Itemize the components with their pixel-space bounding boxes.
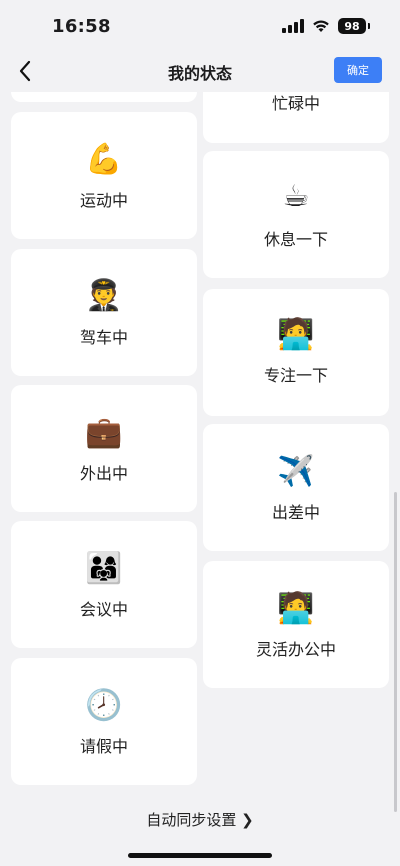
status-time: 16:58 xyxy=(52,16,111,37)
status-card-label: 专注一下 xyxy=(263,366,328,385)
airplane-icon: ✈️ xyxy=(277,454,315,489)
cellular-signal-icon xyxy=(282,19,304,33)
status-card-flexible-work[interactable]: 🧑‍💻 灵活办公中 xyxy=(203,561,389,688)
status-card-leave[interactable]: 🕗 请假中 xyxy=(11,658,197,785)
scrollbar[interactable] xyxy=(394,492,397,812)
status-card-label: 请假中 xyxy=(79,737,128,756)
status-card-break[interactable]: ☕ 休息一下 xyxy=(203,151,389,278)
status-card-out[interactable]: 💼 外出中 xyxy=(11,385,197,512)
status-card-business-trip[interactable]: ✈️ 出差中 xyxy=(203,424,389,551)
home-indicator[interactable] xyxy=(128,853,272,858)
tea-cup-icon: ☕ xyxy=(282,179,310,214)
status-card-label: 会议中 xyxy=(79,600,128,619)
status-card-label: 休息一下 xyxy=(263,230,328,249)
status-card[interactable] xyxy=(11,92,197,102)
laptop-person-icon: 🧑‍💻 xyxy=(277,591,315,626)
wifi-icon xyxy=(313,20,329,32)
status-card-driving[interactable]: 🧑‍✈️ 驾车中 xyxy=(11,249,197,376)
status-icons: 98 xyxy=(282,18,370,34)
status-card-exercise[interactable]: 💪 运动中 xyxy=(11,112,197,239)
clock-icon: 🕗 xyxy=(85,688,123,723)
status-card-label: 驾车中 xyxy=(79,328,128,347)
nav-bar: 我的状态 确定 xyxy=(0,50,400,92)
battery-icon: 98 xyxy=(338,18,370,34)
laptop-person-icon: 🧑‍💻 xyxy=(277,317,315,352)
status-card-label: 忙碌中 xyxy=(271,94,320,113)
confirm-button[interactable]: 确定 xyxy=(334,57,382,83)
auto-sync-settings-link[interactable]: 自动同步设置 ❯ xyxy=(0,809,400,830)
status-grid: 💪 运动中 🧑‍✈️ 驾车中 💼 外出中 👨‍👩‍👧 会议中 🕗 请假中 忙碌中… xyxy=(0,92,400,866)
meeting-people-icon: 👨‍👩‍👧 xyxy=(85,551,123,586)
status-bar: 16:58 98 xyxy=(0,0,400,50)
status-card-meeting[interactable]: 👨‍👩‍👧 会议中 xyxy=(11,521,197,648)
driver-icon: 🧑‍✈️ xyxy=(85,278,123,313)
briefcase-icon: 💼 xyxy=(85,415,123,450)
status-card-label: 出差中 xyxy=(271,503,320,522)
flexed-biceps-icon: 💪 xyxy=(85,142,123,177)
status-card-focus[interactable]: 🧑‍💻 专注一下 xyxy=(203,289,389,416)
status-card-busy[interactable]: 忙碌中 xyxy=(203,92,389,143)
status-card-label: 灵活办公中 xyxy=(255,640,336,659)
status-card-label: 外出中 xyxy=(79,464,128,483)
status-card-label: 运动中 xyxy=(79,191,128,210)
